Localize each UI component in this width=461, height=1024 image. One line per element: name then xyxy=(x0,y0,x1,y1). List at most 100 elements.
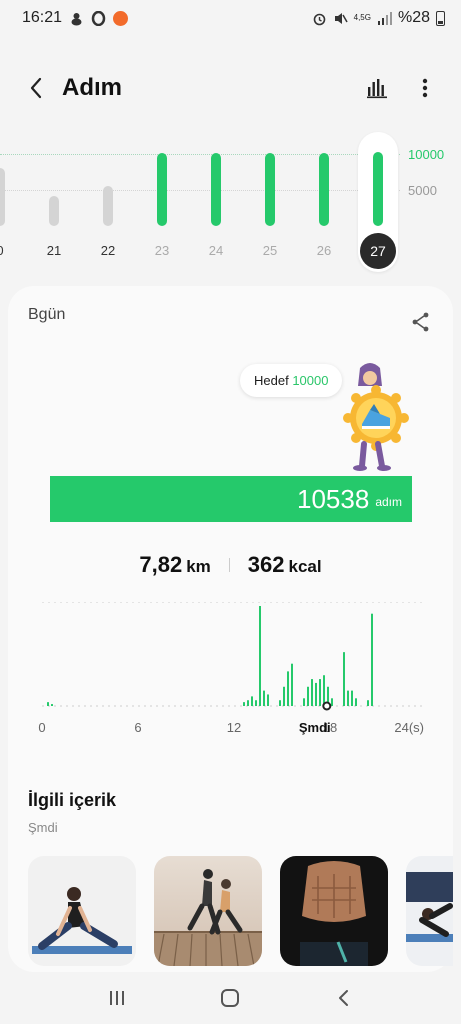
hourly-bar xyxy=(319,679,321,706)
share-icon xyxy=(412,312,429,332)
day-column-23[interactable]: 23 xyxy=(140,128,184,278)
hourly-bar xyxy=(355,698,357,706)
day-label: 22 xyxy=(100,243,116,258)
day-bar xyxy=(0,168,5,226)
battery-icon xyxy=(436,10,445,26)
day-bar xyxy=(49,195,59,226)
metric-divider xyxy=(228,558,230,572)
hourly-bar xyxy=(259,606,261,706)
calories-value: 362 xyxy=(247,552,285,577)
network-type: 4,5G xyxy=(353,13,371,22)
signal-icon xyxy=(377,11,392,26)
system-nav-bar xyxy=(0,972,461,1024)
day-label: 21 xyxy=(46,243,62,258)
hourly-bar xyxy=(291,663,293,706)
day-column-24[interactable]: 24 xyxy=(194,128,238,278)
day-column-21[interactable]: 21 xyxy=(32,128,76,278)
alarm-icon xyxy=(312,11,327,26)
distance-value: 7,82 xyxy=(139,552,183,577)
day-column-25[interactable]: 25 xyxy=(248,128,292,278)
goal-axis-label: 10000 xyxy=(408,147,445,162)
hourly-bar xyxy=(47,702,49,706)
hourly-bar xyxy=(331,698,333,706)
mascot-notification-icon xyxy=(69,11,84,26)
now-marker xyxy=(322,701,332,711)
day-bar xyxy=(157,153,167,226)
running-couple-image xyxy=(154,856,262,966)
home-button[interactable] xyxy=(210,978,250,1018)
mid-axis-label: 5000 xyxy=(408,183,437,198)
distance-unit: km xyxy=(186,557,211,576)
day-column-0[interactable]: 0 xyxy=(0,128,22,278)
share-button[interactable] xyxy=(409,310,433,334)
day-column-27[interactable]: 27 xyxy=(356,128,400,278)
battery-percent: %28 xyxy=(397,9,430,26)
day-column-26[interactable]: 26 xyxy=(302,128,346,278)
now-label: Şmdi xyxy=(299,720,331,735)
opera-icon xyxy=(91,10,106,26)
day-column-22[interactable]: 22 xyxy=(86,128,130,278)
chevron-left-icon xyxy=(30,77,42,99)
status-time: 16:21 xyxy=(22,9,63,26)
page-title: Adım xyxy=(62,74,122,101)
related-content-title: İlgili içerik xyxy=(28,790,117,810)
stretching-workout-image xyxy=(28,856,136,966)
hourly-bar xyxy=(311,679,313,706)
hourly-bar xyxy=(287,671,289,706)
more-vertical-icon xyxy=(422,78,428,98)
related-item-yoga[interactable] xyxy=(406,856,453,966)
hourly-bar xyxy=(51,704,53,706)
hourly-bar xyxy=(315,682,317,706)
bar-chart-icon xyxy=(367,79,387,99)
day-label: 25 xyxy=(262,243,278,258)
calories-unit: kcal xyxy=(288,557,322,576)
weekly-steps-chart: 10000 5000 0 21 22 23 24 25 26 27 xyxy=(0,128,461,278)
hourly-bar xyxy=(367,700,369,706)
home-icon xyxy=(221,989,240,1007)
hourly-bar xyxy=(251,696,253,706)
hourly-bar xyxy=(283,686,285,706)
hourly-bar xyxy=(243,702,245,706)
abs-workout-image xyxy=(280,856,388,966)
related-item-stretching[interactable] xyxy=(28,856,136,966)
hourly-bar xyxy=(371,613,373,706)
yoga-pose-image xyxy=(406,856,453,966)
day-label-selected: 27 xyxy=(360,233,396,269)
hourly-bar xyxy=(303,698,305,706)
goal-mascot-illustration xyxy=(343,363,409,471)
back-nav-button[interactable] xyxy=(324,978,364,1018)
goal-value: 10000 xyxy=(292,373,329,388)
app-notification-icon xyxy=(113,10,129,26)
day-label: 0 xyxy=(0,243,22,258)
hourly-bar xyxy=(307,686,309,706)
related-content-list xyxy=(28,856,453,966)
hourly-tick-label: 12 xyxy=(227,720,241,735)
goal-bubble: Hedef 10000 xyxy=(240,364,343,397)
hourly-bar xyxy=(343,652,345,706)
distance-metric: 7,82 km xyxy=(139,552,210,578)
card-subtitle: Bgün xyxy=(28,306,66,323)
related-item-running[interactable] xyxy=(154,856,262,966)
hourly-tick-label: 24(s) xyxy=(394,720,424,735)
day-bar xyxy=(373,151,383,226)
calories-metric: 362 kcal xyxy=(248,552,322,578)
hourly-bar xyxy=(351,690,353,706)
hourly-tick-label: 6 xyxy=(134,720,141,735)
back-button[interactable] xyxy=(22,74,50,102)
day-label: 23 xyxy=(154,243,170,258)
day-label: 24 xyxy=(208,243,224,258)
steps-count: 10538 xyxy=(297,483,370,514)
app-bar: Adım xyxy=(0,60,461,116)
hourly-bar xyxy=(323,675,325,706)
mute-icon xyxy=(333,11,348,26)
today-card: Bgün Hedef 10000 10538 adım 7,82 km 362 … xyxy=(8,286,453,972)
day-bar xyxy=(103,185,113,226)
goal-prefix: Hedef xyxy=(254,373,289,388)
recent-apps-icon xyxy=(109,991,124,1005)
related-item-abs[interactable] xyxy=(280,856,388,966)
steps-progress-bar: 10538 adım xyxy=(50,476,412,522)
recent-apps-button[interactable] xyxy=(97,978,137,1018)
hourly-bar xyxy=(267,694,269,706)
chart-view-button[interactable] xyxy=(363,74,391,102)
more-options-button[interactable] xyxy=(411,74,439,102)
